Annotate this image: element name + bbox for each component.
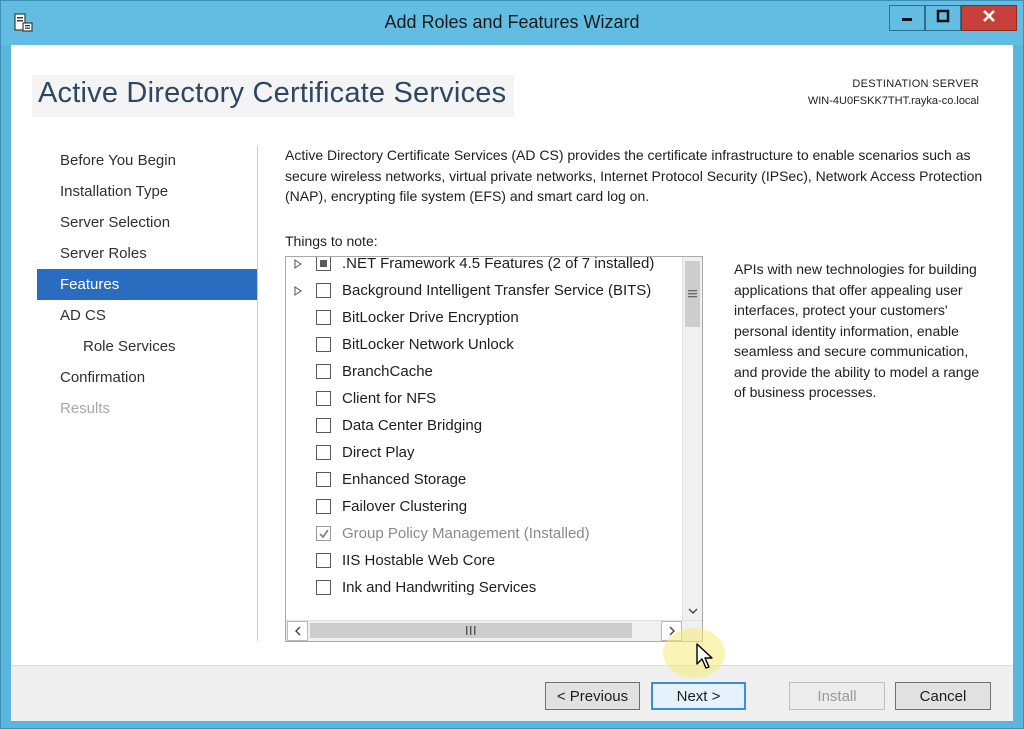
feature-label: Enhanced Storage [342,471,467,488]
feature-row[interactable]: Client for NFS [286,385,682,412]
feature-label: Data Center Bridging [342,417,483,434]
scroll-left-button[interactable] [287,621,308,641]
feature-checkbox[interactable] [316,418,331,433]
horizontal-scrollbar[interactable] [286,620,702,641]
features-list: .NET Framework 4.5 Features (2 of 7 inst… [286,256,682,601]
feature-checkbox[interactable] [316,445,331,460]
previous-button[interactable]: < Previous [545,682,640,710]
feature-label: BitLocker Network Unlock [342,336,514,353]
nav-item-features[interactable]: Features [37,269,257,300]
feature-checkbox[interactable] [316,337,331,352]
grip-icon [466,626,476,635]
feature-checkbox[interactable] [316,391,331,406]
feature-checkbox[interactable] [316,580,331,595]
feature-checkbox[interactable] [316,499,331,514]
feature-checkbox [316,526,331,541]
features-list-box: .NET Framework 4.5 Features (2 of 7 inst… [285,256,703,642]
chevron-left-icon [294,626,300,636]
nav-item-installation-type[interactable]: Installation Type [37,176,257,207]
chevron-down-icon [688,608,698,614]
wizard-window: Add Roles and Features Wizard Active Dir… [0,0,1024,729]
feature-label: Ink and Handwriting Services [342,579,537,596]
feature-row[interactable]: .NET Framework 4.5 Features (2 of 7 inst… [286,256,682,277]
feature-row[interactable]: BranchCache [286,358,682,385]
expand-arrow-icon[interactable] [286,258,310,269]
feature-label: Direct Play [342,444,415,461]
feature-label: IIS Hostable Web Core [342,552,496,569]
feature-label: BranchCache [342,363,433,380]
feature-row[interactable]: Enhanced Storage [286,466,682,493]
expand-arrow-icon[interactable] [286,285,310,296]
feature-label: BitLocker Drive Encryption [342,309,519,326]
things-to-note-label: Things to note: [285,233,378,249]
install-button: Install [789,682,885,710]
feature-checkbox[interactable] [316,553,331,568]
title-bar[interactable]: Add Roles and Features Wizard [1,1,1023,45]
vertical-scrollbar[interactable] [682,257,702,620]
feature-checkbox[interactable] [316,283,331,298]
window-title: Add Roles and Features Wizard [384,12,640,32]
checkmark-icon [319,529,329,539]
destination-server-label: DESTINATION SERVER [852,78,979,90]
vertical-scroll-thumb[interactable] [685,261,700,327]
feature-row[interactable]: Background Intelligent Transfer Service … [286,277,682,304]
destination-server-name: WIN-4U0FSKK7THT.rayka-co.local [807,95,979,107]
feature-checkbox[interactable] [316,257,331,271]
chevron-right-icon [669,626,675,636]
feature-row[interactable]: BitLocker Network Unlock [286,331,682,358]
feature-row[interactable]: Data Center Bridging [286,412,682,439]
close-button[interactable] [961,5,1017,31]
feature-description: APIs with new technologies for building … [734,261,980,400]
nav-item-before-you-begin[interactable]: Before You Begin [37,145,257,176]
cancel-button[interactable]: Cancel [895,682,991,710]
wizard-footer: < Previous Next > Install Cancel [11,665,1013,721]
nav-item-confirmation[interactable]: Confirmation [37,362,257,393]
feature-label: Group Policy Management (Installed) [342,525,590,542]
feature-row[interactable]: Ink and Handwriting Services [286,574,682,601]
scroll-right-button[interactable] [661,621,682,641]
wizard-navigation: Before You Begin Installation Type Serve… [37,145,257,424]
role-description: Active Directory Certificate Services (A… [285,147,983,204]
scroll-down-button[interactable] [683,602,702,620]
feature-label: Client for NFS [342,390,437,407]
wizard-content: Active Directory Certificate Services DE… [11,45,1013,721]
nav-item-server-roles[interactable]: Server Roles [37,238,257,269]
page-title: Active Directory Certificate Services [32,75,515,117]
nav-item-server-selection[interactable]: Server Selection [37,207,257,238]
feature-checkbox[interactable] [316,310,331,325]
feature-checkbox[interactable] [316,364,331,379]
feature-label: Background Intelligent Transfer Service … [342,282,652,299]
feature-row[interactable]: Group Policy Management (Installed) [286,520,682,547]
maximize-icon [936,9,950,28]
grip-icon [688,290,697,298]
nav-divider [257,145,258,641]
feature-label: Failover Clustering [342,498,468,515]
close-icon [982,9,996,28]
horizontal-scroll-thumb[interactable] [310,623,632,638]
nav-item-role-services[interactable]: Role Services [37,331,257,362]
minimize-icon [900,9,914,28]
feature-row[interactable]: Direct Play [286,439,682,466]
nav-item-ad-cs[interactable]: AD CS [37,300,257,331]
feature-row[interactable]: BitLocker Drive Encryption [286,304,682,331]
feature-row[interactable]: IIS Hostable Web Core [286,547,682,574]
minimize-button[interactable] [889,5,925,31]
maximize-button[interactable] [925,5,961,31]
nav-item-results: Results [60,400,111,417]
feature-label: .NET Framework 4.5 Features (2 of 7 inst… [342,256,655,272]
feature-checkbox[interactable] [316,472,331,487]
feature-row[interactable]: Failover Clustering [286,493,682,520]
next-button[interactable]: Next > [651,682,746,710]
